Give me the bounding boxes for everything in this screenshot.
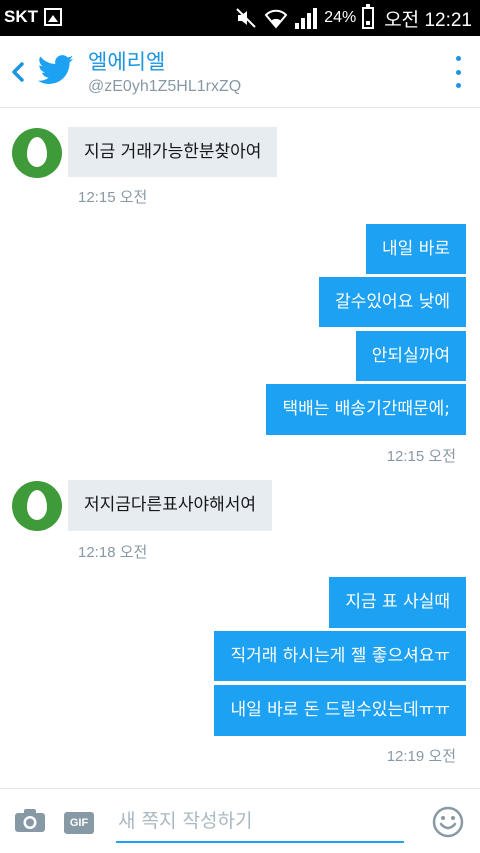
- more-dot-icon: [455, 56, 461, 61]
- avatar[interactable]: [12, 128, 62, 178]
- contact-handle: @zE0yh1Z5HL1rxZQ: [88, 78, 242, 95]
- incoming-message-bubble[interactable]: 지금 거래가능한분찾아여: [68, 127, 278, 177]
- outgoing-message-bubble[interactable]: 안되실까여: [355, 331, 466, 381]
- gallery-notification-icon: [44, 8, 62, 26]
- outgoing-message-bubble[interactable]: 갈수있어요 낮에: [319, 277, 466, 327]
- conversation-header: 엘에리엘 @zE0yh1Z5HL1rxZQ: [0, 36, 480, 108]
- incoming-message-bubble[interactable]: 저지금다른표사야해서여: [68, 480, 273, 531]
- battery-percent: 24%: [324, 9, 357, 26]
- gif-button[interactable]: GIF: [64, 812, 94, 834]
- camera-icon: [15, 809, 45, 832]
- back-button[interactable]: [6, 54, 30, 90]
- battery-icon: [362, 4, 375, 29]
- avatar[interactable]: [12, 481, 62, 531]
- twitter-bird-icon: [37, 54, 74, 86]
- outgoing-message-bubble[interactable]: 직거래 하시는게 젤 좋으셔요ㅠ: [214, 631, 466, 681]
- smiley-icon: [432, 806, 464, 838]
- emoji-button[interactable]: [432, 806, 464, 838]
- message-timestamp: 12:15 오전: [78, 189, 148, 206]
- outgoing-message-bubble[interactable]: 택배는 배송기간때문에;: [266, 384, 466, 435]
- outgoing-message-bubble[interactable]: 내일 바로: [366, 224, 466, 274]
- message-timestamp: 12:19 오전: [386, 748, 456, 765]
- message-list[interactable]: 지금 거래가능한분찾아여 12:15 오전 내일 바로 갈수있어요 낮에 안되실…: [0, 109, 480, 787]
- chevron-left-icon: [12, 62, 24, 82]
- message-timestamp: 12:15 오전: [386, 448, 456, 465]
- message-composer: GIF: [0, 788, 480, 853]
- message-timestamp: 12:18 오전: [78, 544, 148, 561]
- carrier-label: SKT: [4, 7, 38, 26]
- outgoing-message-bubble[interactable]: 지금 표 사실때: [329, 577, 466, 628]
- wifi-icon: [264, 6, 288, 30]
- more-dot-icon: [455, 83, 461, 88]
- camera-button[interactable]: [14, 809, 46, 833]
- status-bar: SKT 24% 오전 12:21: [0, 0, 480, 36]
- message-input[interactable]: [116, 801, 404, 843]
- more-options-button[interactable]: [450, 54, 466, 90]
- status-time: 오전 12:21: [384, 9, 472, 31]
- contact-name[interactable]: 엘에리엘: [88, 46, 165, 76]
- mute-icon: [234, 6, 258, 30]
- outgoing-message-bubble[interactable]: 내일 바로 돈 드릴수있는데ㅠㅠ: [214, 685, 466, 736]
- more-dot-icon: [455, 69, 461, 75]
- signal-icon: [294, 6, 318, 30]
- status-bar-right: 24% 오전 12:21: [234, 0, 472, 36]
